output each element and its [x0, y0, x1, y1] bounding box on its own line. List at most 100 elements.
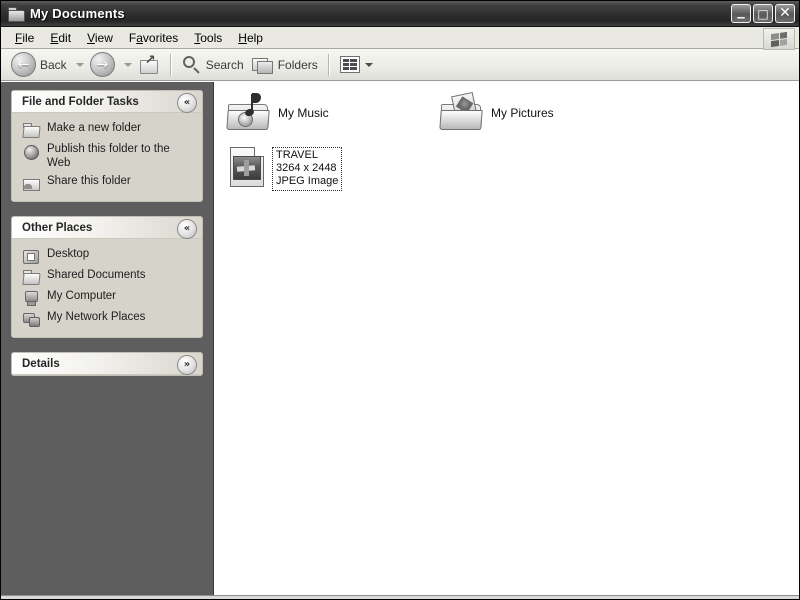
place-shared-documents[interactable]: Shared Documents [12, 266, 202, 287]
list-item-travel[interactable] [226, 144, 272, 190]
expand-chevron-glyph: » [183, 359, 191, 370]
panel-file-and-folder-tasks: File and Folder Tasks « Make a new folde… [11, 90, 203, 202]
my-computer-icon [22, 290, 40, 306]
task-pane-sidebar: File and Folder Tasks « Make a new folde… [1, 82, 214, 595]
file-detail-filetype: JPEG Image [276, 175, 339, 187]
place-label-shared-documents: Shared Documents [47, 269, 146, 281]
folder-up-icon: ↗ [138, 54, 160, 76]
views-grid-icon [339, 56, 360, 73]
expand-chevron-icon[interactable]: » [177, 355, 197, 375]
desktop-icon [22, 248, 40, 264]
list-item-label-my-music: My Music [278, 106, 329, 120]
panel-header-other-places[interactable]: Other Places « [12, 217, 202, 239]
search-label: Search [205, 57, 244, 72]
menu-view-rest: iew [94, 30, 113, 45]
place-label-my-computer: My Computer [47, 290, 117, 302]
maximize-button[interactable]: □ [753, 4, 773, 23]
back-dropdown-caret-icon[interactable] [75, 62, 84, 67]
forward-button[interactable]: → [86, 52, 119, 78]
folders-button[interactable]: Folders [248, 52, 322, 78]
menu-help-rest: elp [246, 30, 263, 45]
arrow-left-icon: ← [11, 52, 36, 77]
window-title: My Documents [30, 6, 125, 21]
explorer-window: My Documents _ □ ✕ File Edit View Favori… [0, 0, 800, 600]
place-my-computer[interactable]: My Computer [12, 287, 202, 308]
list-item-label-my-pictures: My Pictures [491, 106, 554, 120]
collapse-chevron-glyph: « [183, 223, 191, 234]
file-detail-tooltip: TRAVEL 3264 x 2448 JPEG Image [272, 147, 343, 191]
panel-title-other-places: Other Places [22, 221, 93, 234]
panel-body-other-places: Desktop Shared Documents My Computer My … [12, 239, 202, 337]
close-icon: ✕ [779, 5, 791, 21]
up-button[interactable]: ↗ [134, 52, 164, 78]
task-label-share-this-folder: Share this folder [47, 175, 131, 187]
new-folder-icon [22, 122, 41, 138]
music-folder-icon [226, 90, 272, 136]
menu-bar: File Edit View Favorites Tools Help [1, 27, 799, 50]
collapse-chevron-icon[interactable]: « [177, 219, 197, 239]
magnifier-icon [182, 55, 202, 75]
task-publish-to-web[interactable]: Publish this folder to the Web [12, 140, 202, 172]
folders-icon [251, 56, 274, 74]
place-label-my-network-places: My Network Places [47, 311, 146, 323]
window-body: File and Folder Tasks « Make a new folde… [1, 81, 799, 595]
place-my-network-places[interactable]: My Network Places [12, 308, 202, 329]
forward-dropdown-caret-icon[interactable] [123, 62, 132, 67]
task-label-publish-to-web: Publish this folder to the Web [47, 143, 170, 169]
collapse-chevron-icon[interactable]: « [177, 93, 197, 113]
jpeg-file-icon [226, 144, 272, 190]
task-make-new-folder[interactable]: Make a new folder [12, 119, 202, 140]
publish-web-icon [22, 143, 40, 160]
panel-title-details: Details [22, 357, 60, 370]
panel-details: Details » [11, 352, 203, 376]
back-button[interactable]: ← Back [7, 52, 71, 78]
collapse-chevron-glyph: « [183, 97, 191, 108]
folder-icon [7, 6, 25, 22]
menu-favorites-rest: vorites [142, 30, 179, 45]
task-share-this-folder[interactable]: Share this folder [12, 172, 202, 193]
place-desktop[interactable]: Desktop [12, 245, 202, 266]
list-item-my-music[interactable]: My Music [226, 90, 329, 136]
panel-title-file-and-folder-tasks: File and Folder Tasks [22, 95, 139, 108]
window-bottom-edge [1, 595, 799, 599]
file-detail-dimensions: 3264 x 2448 [276, 162, 337, 174]
close-button[interactable]: ✕ [775, 4, 795, 23]
arrow-right-icon: → [89, 52, 115, 77]
panel-header-details[interactable]: Details » [12, 353, 202, 375]
menu-tools-rest: ools [200, 30, 223, 45]
search-button[interactable]: Search [178, 52, 248, 78]
views-dropdown-caret-icon[interactable] [364, 62, 373, 67]
windows-flag-icon [763, 28, 795, 50]
menu-file[interactable]: File [7, 29, 42, 47]
menu-tools[interactable]: Tools [186, 29, 230, 47]
pictures-folder-icon [439, 90, 485, 136]
window-controls: _ □ ✕ [731, 1, 795, 23]
menu-edit[interactable]: Edit [42, 29, 79, 47]
toolbar: ← Back → ↗ Search Folders [1, 49, 799, 81]
title-bar: My Documents _ □ ✕ [1, 1, 799, 27]
menu-file-rest: ile [22, 30, 35, 45]
menu-view[interactable]: View [79, 29, 121, 47]
task-label-make-new-folder: Make a new folder [47, 122, 141, 134]
file-detail-name: TRAVEL [276, 149, 318, 161]
views-button[interactable] [336, 52, 379, 78]
network-places-icon [22, 311, 40, 327]
list-item-my-pictures[interactable]: My Pictures [439, 90, 554, 136]
menu-edit-rest: dit [58, 30, 72, 45]
minimize-icon: _ [737, 1, 745, 19]
file-list-view[interactable]: My Music My Pictures TRAVEL 3264 x 2448 [214, 82, 799, 595]
folders-label: Folders [277, 57, 318, 72]
place-label-desktop: Desktop [47, 248, 90, 260]
shared-folder-icon [22, 269, 41, 285]
panel-other-places: Other Places « Desktop Shared Documents [11, 216, 203, 338]
share-folder-icon [22, 175, 40, 191]
back-label: Back [40, 57, 67, 72]
maximize-icon: □ [757, 7, 769, 21]
toolbar-separator-1 [169, 53, 172, 76]
panel-header-file-and-folder-tasks[interactable]: File and Folder Tasks « [12, 91, 202, 113]
menu-help[interactable]: Help [230, 29, 271, 47]
toolbar-separator-2 [327, 53, 330, 76]
menu-favorites[interactable]: Favorites [121, 29, 186, 47]
minimize-button[interactable]: _ [731, 1, 751, 23]
panel-body-file-and-folder-tasks: Make a new folder Publish this folder to… [12, 113, 202, 201]
